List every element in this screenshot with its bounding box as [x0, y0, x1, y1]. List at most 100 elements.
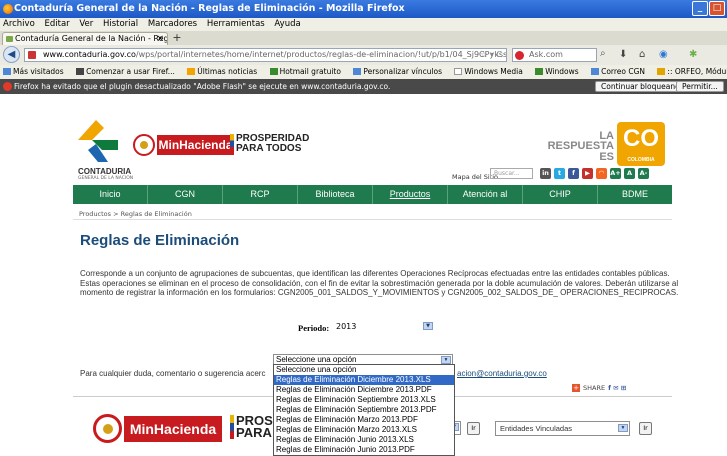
ask-icon: [515, 51, 524, 60]
tab-bar: Contaduría General de la Nación - Reglas…: [0, 31, 727, 45]
firefox-icon: [3, 4, 13, 14]
co-colombia-logo: CO COLOMBIA: [617, 122, 665, 166]
chevron-down-icon[interactable]: ▼: [441, 356, 451, 364]
flag-bars-icon: [230, 415, 234, 439]
periodo-select[interactable]: 2013 ▼: [333, 321, 434, 332]
nav-productos[interactable]: Productos: [373, 185, 448, 204]
dropdown-option-highlighted[interactable]: Reglas de Eliminación Diciembre 2013.XLS: [274, 375, 454, 385]
youtube-icon[interactable]: ▶: [582, 168, 593, 179]
breadcrumb[interactable]: Productos > Reglas de Eliminación: [79, 210, 192, 218]
colombia-text: COLOMBIA: [627, 157, 655, 163]
addon-icon[interactable]: ◉: [659, 49, 668, 60]
allow-plugin-button[interactable]: Permitir...: [676, 81, 724, 92]
share-widget[interactable]: + SHARE f ✉ ⊞: [572, 384, 626, 392]
menu-marcadores[interactable]: Marcadores: [148, 19, 197, 29]
dropdown-option[interactable]: Seleccione una opción: [274, 365, 454, 375]
nav-chip[interactable]: CHIP: [523, 185, 598, 204]
plugin-notification-bar: Firefox ha evitado que el plugin desactu…: [0, 79, 727, 94]
social-links: in t f ▶ ◠ A+ A A-: [540, 168, 649, 179]
menu-ayuda[interactable]: Ayuda: [274, 19, 300, 29]
font-increase-icon[interactable]: A+: [610, 168, 621, 179]
es-text: ES: [599, 151, 614, 163]
font-reset-icon[interactable]: A: [624, 168, 635, 179]
contact-email-link[interactable]: acion@contaduria.gov.co: [457, 369, 547, 378]
menu-ver[interactable]: Ver: [79, 19, 93, 29]
chevron-down-icon[interactable]: ▼: [423, 322, 433, 330]
nav-bdme[interactable]: BDME: [598, 185, 672, 204]
extension-icon[interactable]: ✱: [689, 49, 697, 60]
window-title: Contaduría General de la Nación - Reglas…: [14, 3, 405, 14]
menu-archivo[interactable]: Archivo: [3, 19, 35, 29]
nav-cgn[interactable]: CGN: [148, 185, 223, 204]
warning-icon: [3, 82, 12, 91]
bookmark-windows[interactable]: Windows: [535, 67, 583, 76]
ir-button[interactable]: Ir: [467, 422, 480, 435]
new-tab-button[interactable]: +: [170, 32, 184, 44]
nav-atencion[interactable]: Atención al Usuario: [448, 185, 523, 218]
dropdown-option[interactable]: Reglas de Eliminación Junio 2013.PDF: [274, 445, 454, 455]
window-titlebar: Contaduría General de la Nación - Reglas…: [0, 0, 727, 18]
bookmark-comenzar[interactable]: Comenzar a usar Firef...: [76, 67, 180, 76]
cgn-name: CONTADURIA: [78, 167, 132, 176]
menu-herramientas[interactable]: Herramientas: [207, 19, 265, 29]
home-icon[interactable]: ⌂: [639, 49, 645, 60]
site-search-input[interactable]: Buscar...: [490, 168, 533, 179]
bookmark-mas-visitados[interactable]: Más visitados: [3, 67, 69, 76]
bookmark-hotmail[interactable]: Hotmail gratuito: [269, 67, 346, 76]
bookmarks-bar: Más visitados Comenzar a usar Firef... Ú…: [0, 65, 727, 79]
bookmark-personalizar[interactable]: Personalizar vínculos: [353, 67, 447, 76]
dropdown-option[interactable]: Reglas de Eliminación Marzo 2013.XLS: [274, 425, 454, 435]
menu-editar[interactable]: Editar: [44, 19, 69, 29]
search-engine-label: Ask.com: [529, 50, 563, 59]
download-icon[interactable]: ⬇: [619, 49, 627, 60]
bookmark-star-icon[interactable]: ☆ ▾ C: [480, 49, 502, 61]
dropdown-option[interactable]: Reglas de Eliminación Septiembre 2013.XL…: [274, 395, 454, 405]
twitter-icon[interactable]: t: [554, 168, 565, 179]
chevron-down-icon[interactable]: ▼: [618, 424, 628, 432]
nav-inicio[interactable]: Inicio: [73, 185, 148, 204]
tab-close-icon[interactable]: ×: [156, 33, 164, 45]
menu-historial[interactable]: Historial: [103, 19, 138, 29]
contact-text: Para cualquier duda, comentario o sugere…: [80, 369, 266, 378]
favicon-icon: [6, 36, 13, 42]
nav-biblioteca[interactable]: Biblioteca Contable: [298, 185, 373, 218]
la-respuesta-es-logo: LA RESPUESTA ES: [544, 131, 614, 163]
entidades-select[interactable]: Entidades Vinculadas ▼: [495, 421, 630, 436]
periodo-value: 2013: [336, 322, 357, 331]
rss-icon[interactable]: ◠: [596, 168, 607, 179]
cgn-emblem-icon: [78, 120, 118, 162]
page-description: Corresponde a un conjunto de agrupacione…: [80, 269, 679, 297]
search-icon[interactable]: ⌕: [600, 48, 606, 59]
font-decrease-icon[interactable]: A-: [638, 168, 649, 179]
url-host: www.contaduria.gov.co: [43, 50, 136, 59]
bookmark-windows-media[interactable]: Windows Media: [454, 67, 527, 76]
dropdown-option[interactable]: Reglas de Eliminación Septiembre 2013.PD…: [274, 405, 454, 415]
bookmark-noticias[interactable]: Últimas noticias: [187, 67, 262, 76]
url-bar[interactable]: www.contaduria.gov.co/wps/portal/interne…: [24, 48, 507, 62]
dropdown-option[interactable]: Reglas de Eliminación Marzo 2013.PDF: [274, 415, 454, 425]
close-button[interactable]: □: [709, 1, 725, 16]
entidades-select-value: Entidades Vinculadas: [500, 424, 572, 433]
share-services-icon[interactable]: f ✉ ⊞: [608, 384, 626, 392]
site-identity-icon[interactable]: [28, 51, 36, 59]
dropdown-option[interactable]: Reglas de Eliminación Junio 2013.XLS: [274, 435, 454, 445]
bookmark-orfeo[interactable]: :: ORFEO, Módulo de...: [657, 67, 727, 76]
minimize-button[interactable]: _: [692, 1, 708, 16]
tab-label: Contaduría General de la Nación - Reglas…: [15, 34, 168, 43]
page-title: Reglas de Eliminación: [80, 232, 240, 249]
bookmark-correo-cgn[interactable]: Correo CGN: [591, 67, 650, 76]
linkedin-icon[interactable]: in: [540, 168, 551, 179]
url-path: /wps/portal/internetes/home/internet/pro…: [135, 50, 507, 59]
plugin-message: Firefox ha evitado que el plugin desactu…: [14, 82, 391, 91]
search-bar[interactable]: Ask.com: [512, 48, 597, 62]
prosperidad-line2: PARA TODOS: [236, 143, 302, 154]
periodo-label: Periodo:: [298, 323, 330, 333]
facebook-icon[interactable]: f: [568, 168, 579, 179]
nav-rcp[interactable]: RCP: [223, 185, 298, 204]
tab-contaduria[interactable]: Contaduría General de la Nación - Reglas…: [2, 32, 168, 45]
footer-minhacienda-text: MinHacienda: [124, 416, 222, 442]
back-button[interactable]: ◀: [3, 46, 20, 63]
dropdown-option[interactable]: Reglas de Eliminación Diciembre 2013.PDF: [274, 385, 454, 395]
web-page: CONTADURIA GENERAL DE LA NACION MinHacie…: [0, 94, 727, 456]
ir-button-2[interactable]: Ir: [639, 422, 652, 435]
